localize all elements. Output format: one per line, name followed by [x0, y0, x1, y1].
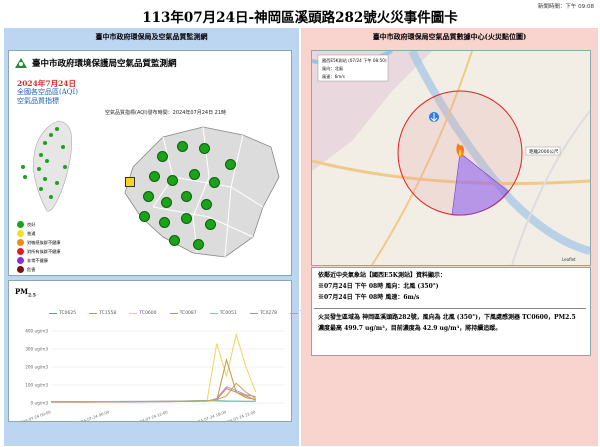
summary-line-2: 濃度最高 499.7 ug/m³，目前濃度為 42.9 ug/m³，將持續追蹤。 [318, 325, 502, 332]
legend-item-usg: 對敏感族群不健康 [17, 239, 61, 246]
info-line-source: 依鄰近中央氣象站【國西E5K測站】資料顯示： [318, 272, 446, 279]
aqi-legend: 良好 普通 對敏感族群不健康 對所有族群不健康 非常不健康 危害 [17, 221, 61, 275]
fire-site-marker [125, 177, 135, 187]
y-tick-label: 0 ug/m3 [31, 401, 49, 406]
series-line-TC0098 [51, 382, 257, 403]
svg-text:距離2000公尺: 距離2000公尺 [529, 148, 559, 155]
station-info: 依鄰近中央氣象站【國西E5K測站】資料顯示： ※07月24日 下午 08時 風向… [318, 270, 446, 303]
aqi-monitor-card: 臺中市政府環境保護局空氣品質監測網 2024年7月24日 全國各空品區(AQI)… [8, 50, 292, 276]
aqi-map-caption: 空氣品質指標(AQI)發布時間：2024年07月24日 21時 [105, 110, 227, 116]
left-panel-heading: 臺中市政府環保局及空氣品質監測網 [95, 32, 208, 41]
series-line-TC0600 [51, 332, 257, 403]
x-tick-label: 2024-07-24 21:00 [222, 409, 256, 421]
series-line-TC0087 [51, 357, 256, 403]
compass-icon [429, 112, 439, 122]
series-line-TC0278 [51, 386, 256, 403]
legend-item-unhealthy: 對所有族群不健康 [17, 248, 61, 255]
info-line-direction: ※07月24日 下午 08時 風向：北風 (350°) [318, 283, 439, 290]
x-tick-label: 2024-07-24 18:00 [193, 409, 227, 421]
series-line-TC1558 [51, 388, 256, 403]
epa-logo-icon [15, 58, 27, 68]
legend-item-moderate: 普通 [17, 230, 61, 237]
page-title: 113年07月24日-神岡區溪頭路282號火災事件圖卡 [142, 10, 458, 26]
legend-item-very-unhealthy: 非常不健康 [17, 257, 61, 264]
y-tick-label: 400 ug/m3 [25, 329, 48, 334]
aqi-heading-block: 2024年7月24日 全國各空品區(AQI) 空氣品質指標 [17, 79, 78, 106]
info-line-speed: ※07月24日 下午 08時 風速：6m/s [318, 294, 420, 301]
aqi-title-2: 空氣品質指標 [17, 97, 59, 105]
x-tick-label: 2024-07-24 06:00 [76, 409, 110, 421]
y-tick-label: 200 ug/m3 [25, 365, 48, 370]
x-tick-label: 2024-07-24 00:00 [17, 409, 51, 421]
chart-title: PM2.5 [15, 287, 36, 299]
summary-line-1: 火災發生區域為 神岡區溪頭路282號，風向為 北風 (350°)，下風處感測器 … [318, 314, 576, 321]
legend-item-good: 良好 [17, 221, 61, 228]
map-canvas[interactable]: 國西E5K測站 (07/24 下午 08:50) 風向：北風 風速：6m/s 距… [312, 51, 590, 265]
svg-text:Leaflet: Leaflet [562, 257, 576, 262]
fire-map[interactable]: 國西E5K測站 (07/24 下午 08:50) 風向：北風 風速：6m/s 距… [311, 50, 591, 266]
site-header: 臺中市政府環境保護局空氣品質監測網 [14, 57, 177, 69]
aqi-title-1: 全國各空品區(AQI) [17, 88, 79, 96]
pm25-line-chart: 400 ug/m3 300 ug/m3 200 ug/m3 100 ug/m3 0 ug… [17, 329, 285, 421]
y-tick-label: 300 ug/m3 [25, 347, 48, 352]
pm25-chart-card: PM2.5 TC0625 TC1558 TC0600 TC0087 TC0051… [8, 280, 317, 422]
y-tick-label: 100 ug/m3 [25, 383, 48, 388]
divider [314, 308, 586, 309]
weather-info-card: 依鄰近中央氣象站【國西E5K測站】資料顯示： ※07月24日 下午 08時 風向… [311, 267, 591, 356]
right-panel-heading: 臺中市政府環保局空氣品質數據中心(火災點位圖) [372, 32, 527, 41]
aqi-date: 2024年7月24日 [17, 79, 77, 88]
site-title: 臺中市政府環境保護局空氣品質監測網 [32, 59, 177, 69]
taiwan-map [21, 120, 72, 212]
svg-text:國西E5K測站 (07/24 下午 08:50): 國西E5K測站 (07/24 下午 08:50) [322, 57, 387, 64]
legend-item-hazardous: 危害 [17, 266, 61, 273]
svg-text:風向：北風: 風向：北風 [322, 65, 344, 72]
summary-block: 火災發生區域為 神岡區溪頭路282號，風向為 北風 (350°)，下風處感測器 … [318, 312, 586, 334]
x-tick-label: 2024-07-24 12:00 [134, 409, 168, 421]
